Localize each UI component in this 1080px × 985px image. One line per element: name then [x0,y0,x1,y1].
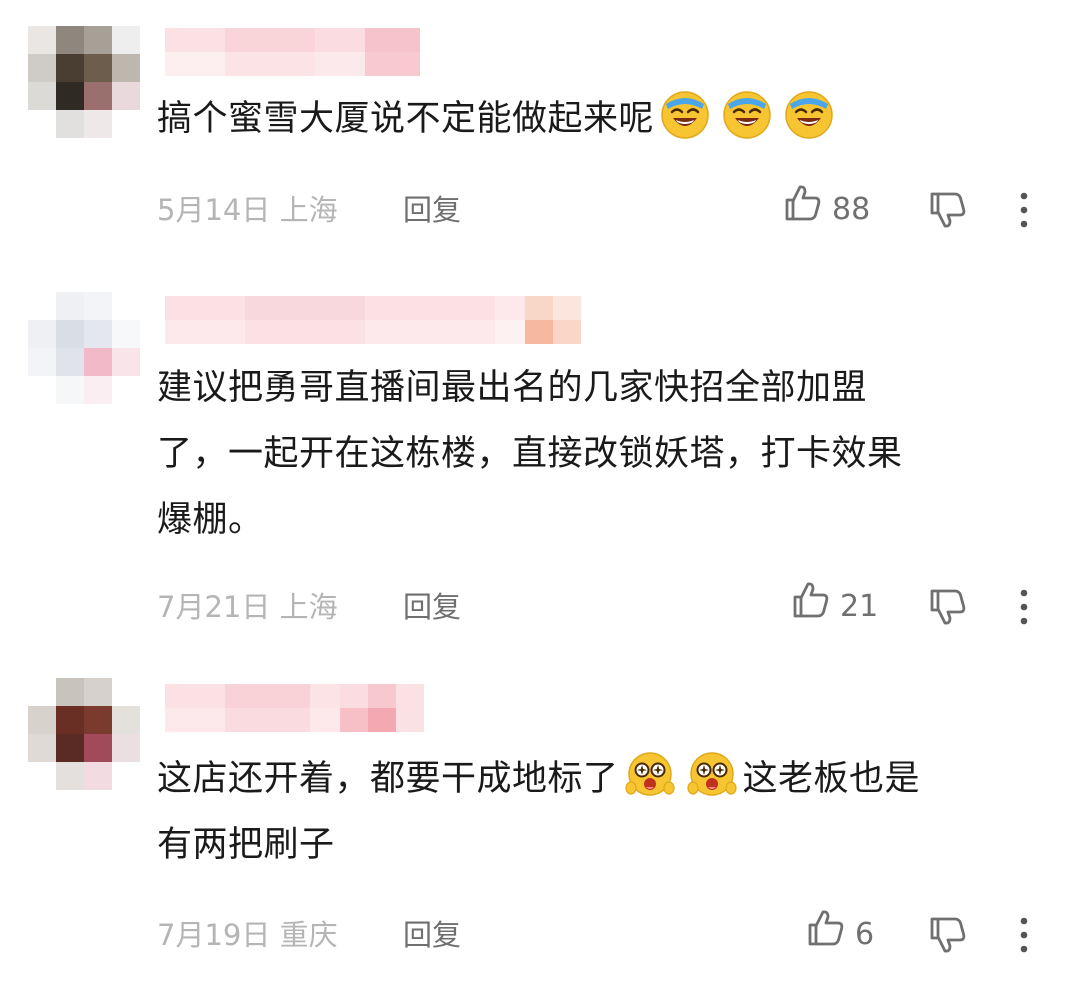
avatar[interactable] [28,678,140,790]
comment-location: 上海 [279,590,338,624]
thumbs-up-icon [790,579,832,636]
like-count: 88 [832,192,871,227]
comment-text: 建议把勇哥直播间最出名的几家快招全部加盟 了，一起开在这栋楼，直接改锁妖塔，打卡… [157,355,1057,553]
comment-text-line: 了，一起开在这栋楼，直接改锁妖塔，打卡效果 [157,434,903,474]
comment-text-line: 这店还开着，都要干成地标了 这老板也是 [157,746,1057,812]
starry-eyed-emoji-icon [624,750,675,800]
thumbs-up-icon [782,182,824,239]
comment-date: 7月21日 [157,590,271,624]
username[interactable] [165,296,581,344]
comment-location: 上海 [279,193,338,227]
comment-date-location: 5月14日 上海 [157,185,338,235]
username[interactable] [165,684,424,732]
comment-text-line: 搞个蜜雪大厦说不定能做起来呢 [157,99,655,139]
laughing-tears-emoji-icon [660,90,710,140]
like-button[interactable]: 21 [790,581,879,632]
reply-button[interactable]: 回复 [403,582,461,632]
thumbs-down-icon[interactable] [927,586,969,628]
laughing-tears-emoji-icon [722,90,772,140]
comment-meta: 7月21日 上海 回复 21 [157,581,1037,632]
avatar[interactable] [28,292,140,404]
comment-date-location: 7月19日 重庆 [157,910,338,960]
reply-button[interactable]: 回复 [403,910,461,960]
more-options-icon[interactable] [1017,191,1031,229]
comment-text-segment: 这老板也是 [742,759,921,799]
comment-meta: 7月19日 重庆 回复 6 [157,909,1037,960]
starry-eyed-emoji-icon [686,750,737,800]
like-button[interactable]: 88 [782,184,871,235]
comment-text: 这店还开着，都要干成地标了 这老板也是 有两把刷子 [157,746,1057,878]
avatar[interactable] [28,26,140,138]
like-count: 6 [855,917,875,952]
comment-meta: 5月14日 上海 回复 88 [157,184,1037,235]
reply-button[interactable]: 回复 [403,185,461,235]
username[interactable] [165,28,420,76]
like-button[interactable]: 6 [805,909,875,960]
more-options-icon[interactable] [1017,588,1031,626]
comment-location: 重庆 [279,918,338,952]
comment-date: 5月14日 [157,193,271,227]
thumbs-up-icon [805,907,847,964]
comment-date-location: 7月21日 上海 [157,582,338,632]
comment-text-line: 爆棚。 [157,500,264,540]
thumbs-down-icon[interactable] [927,914,969,956]
thumbs-down-icon[interactable] [927,189,969,231]
comment-text-line: 建议把勇哥直播间最出名的几家快招全部加盟 [157,368,868,408]
laughing-tears-emoji-icon [784,90,834,140]
comment-date: 7月19日 [157,918,271,952]
comment-text-segment: 这店还开着，都要干成地标了 [157,759,619,799]
like-count: 21 [840,589,879,624]
more-options-icon[interactable] [1017,916,1031,954]
comment-text-line: 有两把刷子 [157,825,335,865]
comment-text: 搞个蜜雪大厦说不定能做起来呢 [157,86,1057,152]
